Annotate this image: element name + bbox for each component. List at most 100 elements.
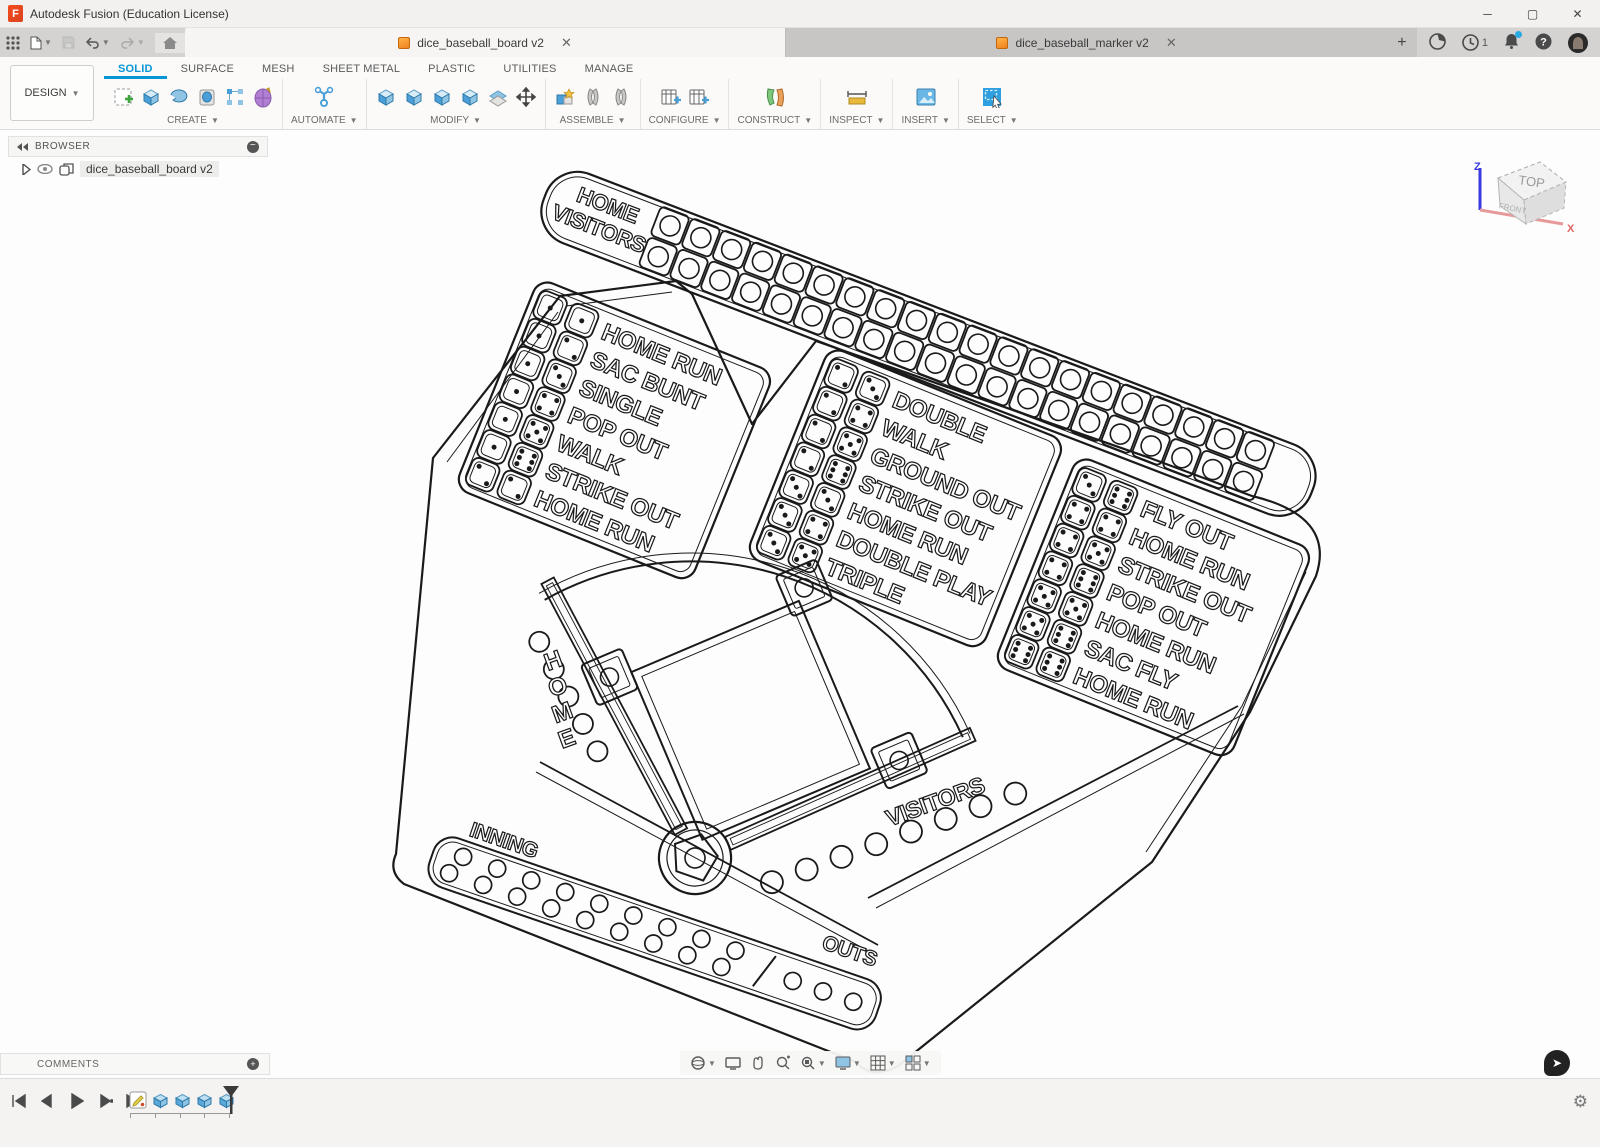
viewcube-x-axis-label: X xyxy=(1567,223,1575,235)
timeline-step-back-button[interactable] xyxy=(37,1091,57,1111)
tab-dice-baseball-marker[interactable]: dice_baseball_marker v2 ✕ xyxy=(785,28,1387,57)
joint-tool-icon[interactable] xyxy=(582,86,604,108)
notifications-bell-icon[interactable] xyxy=(1504,31,1523,52)
group-label-modify[interactable]: MODIFY ▼ xyxy=(430,115,481,129)
notification-dot xyxy=(1515,31,1523,38)
ribbon-tab-utilities[interactable]: UTILITIES xyxy=(489,63,570,79)
model-viewport[interactable]: HOME VISITORS HOME RUN SAC BUNT SINGLE POP OU… xyxy=(0,130,1600,1078)
collapse-comments-icon[interactable] xyxy=(11,1060,23,1068)
settings-gear-icon[interactable]: ⚙ xyxy=(1573,1092,1588,1112)
group-label-automate[interactable]: AUTOMATE ▼ xyxy=(291,115,358,129)
select-tool-icon[interactable] xyxy=(981,86,1003,108)
save-icon[interactable] xyxy=(62,36,75,49)
motion-tool-icon[interactable] xyxy=(610,86,632,108)
sketch-tool-icon[interactable] xyxy=(112,86,134,108)
viewcube-z-axis-label: Z xyxy=(1474,161,1481,173)
ribbon-group-assemble: ASSEMBLE ▼ xyxy=(544,79,640,129)
file-menu-icon[interactable]: ▼ xyxy=(30,36,52,50)
extensions-icon[interactable] xyxy=(1429,32,1446,53)
comments-panel[interactable]: COMMENTS + xyxy=(0,1053,270,1075)
ribbon-tab-manage[interactable]: MANAGE xyxy=(571,63,648,79)
ribbon-tab-mesh[interactable]: MESH xyxy=(248,63,309,79)
zoom-icon[interactable] xyxy=(775,1055,791,1071)
group-label-insert[interactable]: INSERT ▼ xyxy=(901,115,949,129)
timeline-feature-sketch-0[interactable] xyxy=(128,1089,149,1111)
new-tab-button[interactable]: + xyxy=(1386,28,1417,57)
tab-label: dice_baseball_marker v2 xyxy=(1015,35,1149,50)
navigation-bar: ▼ ▼ ▼ ▼ ▼ xyxy=(680,1051,941,1075)
pan-icon[interactable] xyxy=(750,1055,766,1071)
ribbon-tab-solid[interactable]: SOLID xyxy=(104,63,167,79)
tab-dice-baseball-board[interactable]: dice_baseball_board v2 ✕ xyxy=(184,28,786,57)
config2-tool-icon[interactable] xyxy=(688,86,710,108)
timeline-go-to-start-button[interactable] xyxy=(8,1091,28,1111)
newcomp-tool-icon[interactable] xyxy=(554,86,576,108)
ribbon-tab-sheet-metal[interactable]: SHEET METAL xyxy=(309,63,415,79)
timeline-step-forward-button[interactable] xyxy=(95,1091,115,1111)
automate-tool-icon[interactable] xyxy=(313,86,335,108)
hole-tool-icon[interactable] xyxy=(196,86,218,108)
view-cube[interactable]: TOP FRONT Z X xyxy=(1468,148,1578,248)
combine-tool-icon[interactable] xyxy=(459,86,481,108)
presspull-tool-icon[interactable] xyxy=(375,86,397,108)
tab-close-icon[interactable]: ✕ xyxy=(1166,35,1177,51)
shell-tool-icon[interactable] xyxy=(431,86,453,108)
fit-icon[interactable]: ▼ xyxy=(800,1055,826,1071)
group-label-configure[interactable]: CONFIGURE ▼ xyxy=(649,115,721,129)
tab-bar: ▼ ▼ ▼ dice_baseball_board v2 ✕ dice_base… xyxy=(0,28,1600,57)
home-view-icon[interactable] xyxy=(154,32,185,53)
insert-tool-icon[interactable] xyxy=(915,86,937,108)
timeline-feature-extrude-2[interactable] xyxy=(172,1089,193,1111)
timeline-play-button[interactable] xyxy=(66,1091,86,1111)
grid-snaps-icon[interactable]: ▼ xyxy=(870,1055,896,1071)
timeline-feature-extrude-3[interactable] xyxy=(194,1089,215,1111)
app-grid-icon[interactable] xyxy=(6,35,20,50)
group-label-assemble[interactable]: ASSEMBLE ▼ xyxy=(560,115,626,129)
visibility-eye-icon[interactable] xyxy=(37,164,53,174)
expand-arrow-icon[interactable] xyxy=(22,163,31,175)
fillet-tool-icon[interactable] xyxy=(403,86,425,108)
collapse-browser-icon[interactable]: − xyxy=(247,140,259,153)
group-label-create[interactable]: CREATE ▼ xyxy=(167,115,219,129)
maximize-button[interactable]: ▢ xyxy=(1510,0,1555,28)
group-label-inspect[interactable]: INSPECT ▼ xyxy=(829,115,884,129)
document-icon xyxy=(398,36,411,49)
measure-tool-icon[interactable] xyxy=(846,86,868,108)
dice-baseball-board-drawing: HOMEVISITORSHOME RUNSAC BUNTSINGLEPOP OU… xyxy=(392,170,1321,1074)
undo-icon[interactable]: ▼ xyxy=(85,36,110,49)
viewports-icon[interactable]: ▼ xyxy=(905,1055,931,1071)
extrude-tool-icon[interactable] xyxy=(140,86,162,108)
timeline-feature-list xyxy=(128,1089,237,1111)
tab-close-icon[interactable]: ✕ xyxy=(561,35,572,51)
pattern-tool-icon[interactable] xyxy=(224,86,246,108)
job-status-icon[interactable]: 1 xyxy=(1462,34,1488,51)
offset-tool-icon[interactable] xyxy=(487,86,509,108)
revolve-tool-icon[interactable] xyxy=(168,86,190,108)
help-icon[interactable]: ? xyxy=(1535,33,1552,53)
add-comment-icon[interactable]: + xyxy=(247,1058,259,1070)
config1-tool-icon[interactable] xyxy=(660,86,682,108)
form-tool-icon[interactable] xyxy=(252,86,274,108)
user-avatar[interactable] xyxy=(1568,32,1589,53)
minimize-button[interactable]: ─ xyxy=(1465,0,1510,28)
ribbon-tab-surface[interactable]: SURFACE xyxy=(167,63,248,79)
move-tool-icon[interactable] xyxy=(515,86,537,108)
group-label-construct[interactable]: CONSTRUCT ▼ xyxy=(737,115,812,129)
ribbon-group-inspect: INSPECT ▼ xyxy=(820,79,892,129)
ribbon-group-configure: CONFIGURE ▼ xyxy=(639,79,729,129)
redo-icon[interactable]: ▼ xyxy=(120,36,145,49)
display-settings-icon[interactable]: ▼ xyxy=(835,1055,861,1071)
orbit-icon[interactable]: ▼ xyxy=(690,1055,716,1071)
workspace-switcher[interactable]: DESIGN ▼ xyxy=(10,65,94,121)
timeline-position-marker[interactable] xyxy=(222,1085,240,1120)
tab-label: dice_baseball_board v2 xyxy=(417,35,544,50)
timeline-feature-extrude-1[interactable] xyxy=(150,1089,171,1111)
group-label-select[interactable]: SELECT ▼ xyxy=(967,115,1018,129)
look-at-icon[interactable] xyxy=(725,1055,741,1071)
browser-item-root[interactable]: dice_baseball_board v2 xyxy=(8,157,268,177)
feedback-bubble-icon[interactable]: ➤ xyxy=(1544,1050,1570,1076)
collapse-panel-icon[interactable] xyxy=(17,142,29,151)
close-button[interactable]: ✕ xyxy=(1555,0,1600,28)
ribbon-tab-plastic[interactable]: PLASTIC xyxy=(414,63,489,79)
planes-tool-icon[interactable] xyxy=(764,86,786,108)
